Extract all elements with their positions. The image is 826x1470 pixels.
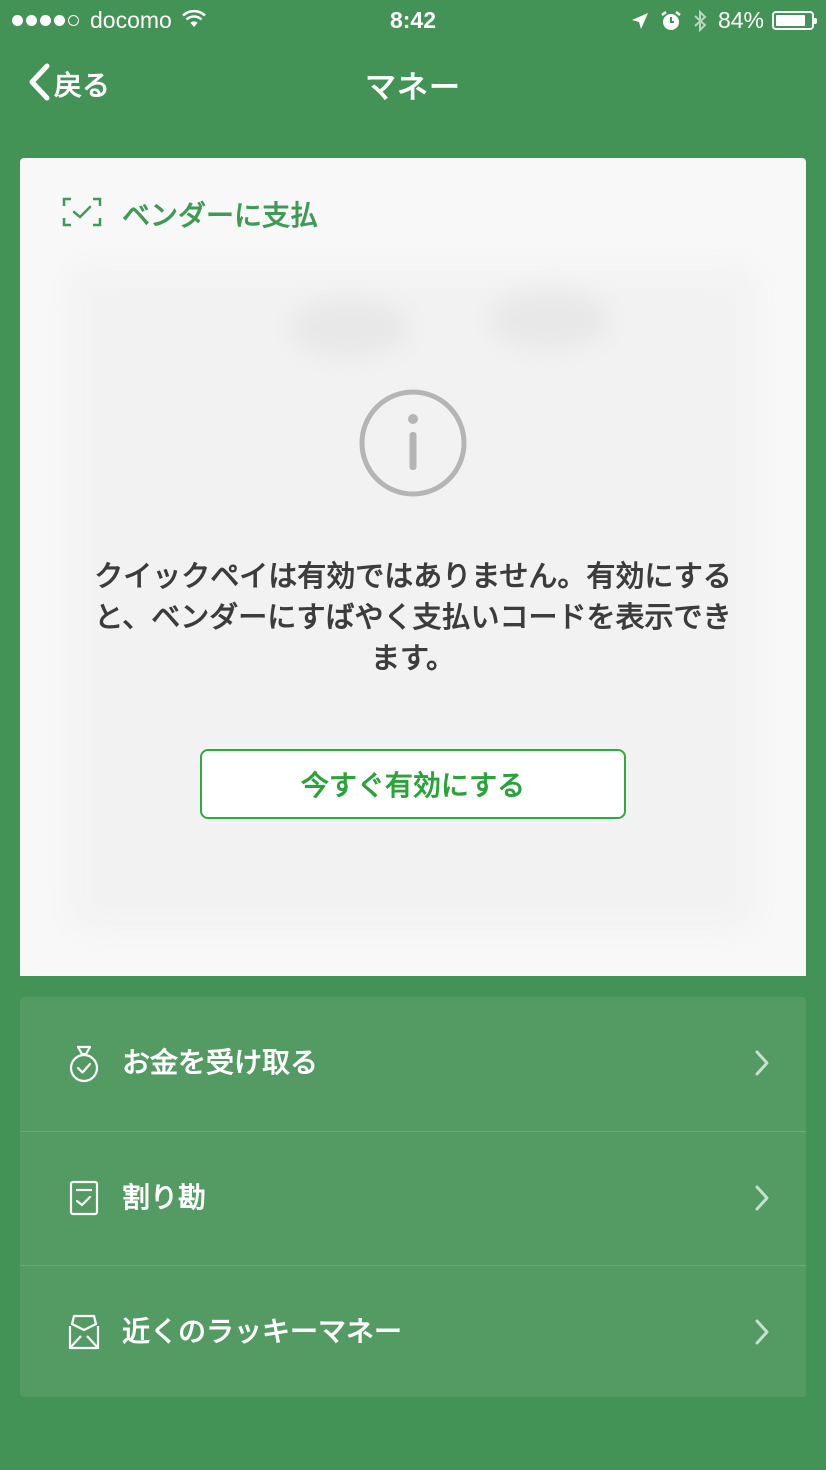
- bluetooth-icon: [692, 9, 708, 33]
- status-right: 84%: [630, 7, 817, 34]
- battery-icon: [772, 11, 817, 30]
- red-envelope-icon: [64, 1312, 104, 1352]
- location-arrow-icon: [630, 11, 650, 31]
- enable-now-button[interactable]: 今すぐ有効にする: [200, 749, 626, 819]
- navigation-bar: 戻る マネー: [0, 40, 826, 130]
- pay-vendor-header[interactable]: ベンダーに支払: [62, 194, 318, 234]
- bill-split-icon: [64, 1178, 104, 1218]
- info-icon: [358, 388, 468, 502]
- money-bag-icon: [64, 1043, 104, 1083]
- blurred-shape: [490, 290, 610, 350]
- quickpay-disabled-notice: クイックペイは有効ではありません。有効にすると、ベンダーにすばやく支払いコードを…: [94, 559, 732, 675]
- menu-item-split-bill[interactable]: 割り勘: [20, 1132, 806, 1266]
- menu-item-label: 近くのラッキーマネー: [122, 1315, 403, 1348]
- status-bar: docomo 8:42 84%: [0, 0, 826, 40]
- battery-percent: 84%: [717, 7, 764, 33]
- chevron-right-icon: [754, 1184, 770, 1216]
- alarm-clock-icon: [660, 10, 682, 32]
- menu-item-receive-money[interactable]: お金を受け取る: [20, 997, 806, 1131]
- menu-item-label: お金を受け取る: [122, 1046, 319, 1079]
- pay-vendor-card: ベンダーに支払 クイックペイは有効ではありません。有効にすると、ベンダーにすばや…: [20, 158, 806, 976]
- page-title: マネー: [365, 70, 461, 106]
- chevron-right-icon: [754, 1318, 770, 1350]
- battery-level-fill: [776, 15, 805, 26]
- money-menu: お金を受け取る 割り勘 近くのラッキーマネー: [20, 997, 806, 1397]
- blurred-shape: [290, 298, 410, 358]
- menu-item-label: 割り勘: [122, 1181, 207, 1214]
- pay-vendor-label: ベンダーに支払: [122, 199, 319, 232]
- menu-item-nearby-lucky-money[interactable]: 近くのラッキーマネー: [20, 1266, 806, 1397]
- scan-check-icon: [62, 197, 102, 231]
- chevron-right-icon: [754, 1049, 770, 1081]
